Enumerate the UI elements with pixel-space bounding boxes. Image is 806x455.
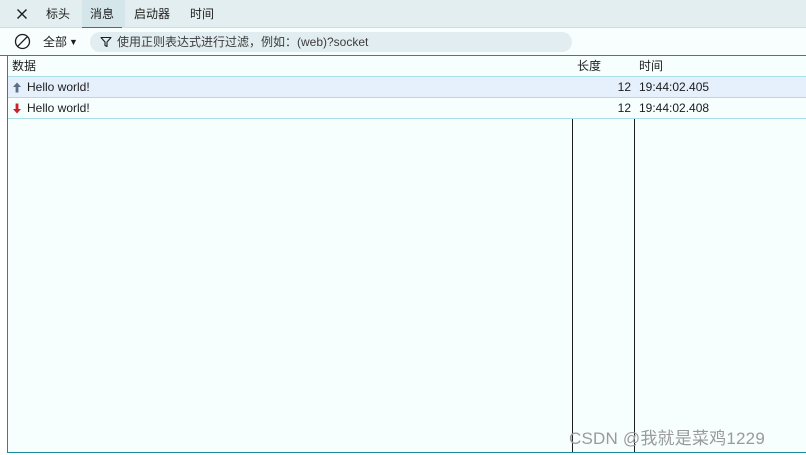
- sent-arrow-up-icon: [13, 82, 21, 93]
- tab-bar: 标头 消息 启动器 时间: [0, 0, 806, 29]
- regex-filter-input[interactable]: [117, 33, 562, 51]
- tab-headers[interactable]: 标头: [46, 0, 70, 28]
- table-row[interactable]: Hello world! 12 19:44:02.408: [8, 98, 806, 119]
- message-data: Hello world!: [27, 80, 90, 94]
- message-length: 12: [617, 101, 631, 115]
- regex-filter-box[interactable]: [90, 32, 572, 52]
- message-data: Hello world!: [27, 101, 90, 115]
- column-header-length[interactable]: 长度: [577, 56, 633, 77]
- close-icon[interactable]: [14, 6, 30, 22]
- filter-dropdown-label: 全部: [43, 35, 68, 49]
- caret-down-icon: ▼: [69, 37, 78, 47]
- tab-initiator[interactable]: 启动器: [134, 0, 170, 28]
- message-time: 19:44:02.408: [639, 101, 710, 115]
- received-arrow-down-icon: [13, 103, 21, 114]
- tab-timing[interactable]: 时间: [190, 0, 214, 28]
- filter-funnel-icon: [100, 36, 112, 48]
- tab-messages[interactable]: 消息: [81, 0, 123, 29]
- column-header-time[interactable]: 时间: [639, 56, 799, 77]
- message-type-filter-dropdown[interactable]: 全部 ▼: [43, 28, 78, 56]
- message-time: 19:44:02.405: [639, 80, 710, 94]
- clear-messages-icon[interactable]: [14, 33, 31, 50]
- message-length: 12: [617, 80, 631, 94]
- messages-toolbar: 全部 ▼: [0, 28, 806, 56]
- column-header-data[interactable]: 数据: [12, 56, 572, 77]
- table-header-row: 数据 长度 时间: [8, 56, 806, 77]
- table-row[interactable]: Hello world! 12 19:44:02.405: [8, 77, 806, 98]
- messages-table: 数据 长度 时间 Hello world! 12 19:44:02.405 He…: [7, 56, 806, 453]
- csdn-watermark: CSDN @我就是菜鸡1229: [569, 429, 765, 448]
